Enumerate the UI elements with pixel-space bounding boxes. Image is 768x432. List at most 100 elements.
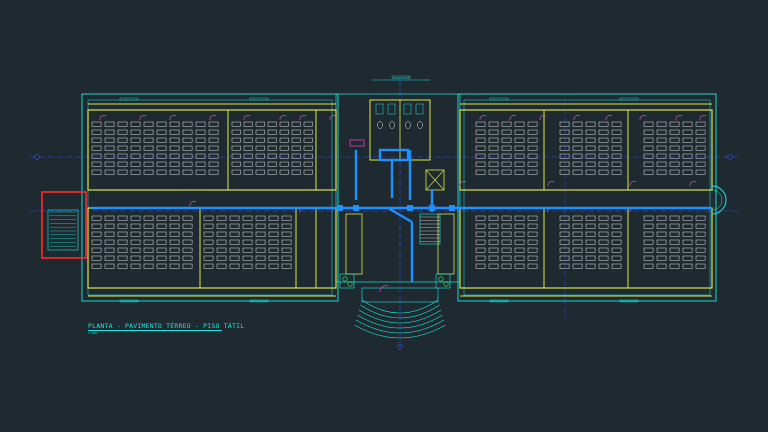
desks-left-s1-desk	[182, 247, 193, 253]
desks-right-n3-desk	[695, 121, 706, 127]
desks-left-n1-desk	[130, 145, 141, 151]
desks-left-s1-desk	[91, 223, 102, 229]
planter-left	[339, 273, 355, 289]
desks-left-n2-desk	[243, 145, 253, 151]
entrance-door	[379, 285, 389, 293]
desks-right-n2-desk	[572, 169, 583, 175]
desks-right-n3-desk	[643, 161, 654, 167]
desks-left-s2-desk	[255, 263, 266, 269]
desks-left-n1-desk	[208, 153, 219, 159]
desks-right-n2-desk	[559, 121, 570, 127]
desks-right-s3-desk	[643, 231, 654, 237]
desks-left-s1-desk	[104, 239, 115, 245]
desks-left-n1-desk	[104, 129, 115, 135]
desks-right-n2-desk	[598, 161, 609, 167]
axis-lines	[30, 80, 740, 350]
desks-right-n3-desk	[669, 137, 680, 143]
desks-right-s2-desk	[559, 223, 570, 229]
desks-left-s2-desk	[203, 255, 214, 261]
desks-left-n1-desk	[156, 137, 167, 143]
desks-right-s1-desk	[488, 231, 499, 237]
desks-left-s2-desk	[255, 231, 266, 237]
desks-right-s2-desk	[585, 239, 596, 245]
sink-counter	[349, 139, 365, 147]
desks-left-s2-desk	[268, 263, 279, 269]
desks-left-n2-desk	[267, 137, 277, 143]
door-swing-15	[699, 115, 707, 121]
desks-left-n1-desk	[208, 169, 219, 175]
desks-right-s3-desk	[682, 239, 693, 245]
desks-left-s2-desk	[242, 223, 253, 229]
desks-right-n1-desk	[527, 129, 538, 135]
desks-right-s1-desk	[514, 255, 525, 261]
entrance-steps	[354, 285, 446, 339]
cad-canvas: PLANTA - PAVIMENTO TÉRREO - PISO TÁTIL 1…	[0, 0, 768, 432]
desks-left-s2-desk	[216, 247, 227, 253]
desks-right-n1-desk	[501, 121, 512, 127]
desks-right-n1-desk	[475, 153, 486, 159]
desks-right-n3-desk	[643, 129, 654, 135]
desks-left-n2-desk	[303, 137, 313, 143]
desks-left-s2-desk	[216, 239, 227, 245]
desks-left-s2-desk	[229, 263, 240, 269]
desks-right-s1-desk	[488, 247, 499, 253]
desks-right-s3-desk	[643, 223, 654, 229]
interior-stair	[419, 213, 441, 245]
desks-left-s1-desk	[169, 215, 180, 221]
desks-right-n3-desk	[656, 129, 667, 135]
desks-left-s2-desk	[216, 223, 227, 229]
desks-left-s1-desk	[130, 247, 141, 253]
desks-left-n1-desk	[156, 169, 167, 175]
tactile-warning-tile-0	[353, 205, 359, 211]
desks-left-n1-desk	[91, 153, 102, 159]
desks-left-n2-desk	[231, 153, 241, 159]
desks-right-n2-desk	[559, 161, 570, 167]
desks-right-s2-desk	[611, 255, 622, 261]
desks-right-n1-desk	[488, 137, 499, 143]
desks-right-n3-desk	[669, 121, 680, 127]
desks-right-s3-desk	[656, 215, 667, 221]
desks-right-n1-desk	[475, 145, 486, 151]
toilet-stall-2	[403, 103, 412, 115]
desks-left-s2-desk	[242, 215, 253, 221]
desks-left-s2-desk	[216, 255, 227, 261]
desks-left-n1-desk	[156, 153, 167, 159]
tactile-warning-tile-4	[337, 205, 343, 211]
desks-right-n3-desk	[656, 121, 667, 127]
desks-right-s3-desk	[656, 231, 667, 237]
desks-right-n3-desk	[656, 169, 667, 175]
desks-right-s1-desk	[514, 231, 525, 237]
desks-left-n1-desk	[130, 169, 141, 175]
desks-left-n1-desk	[143, 129, 154, 135]
desks-right-n1-desk	[514, 153, 525, 159]
desks-right-s3-desk	[643, 263, 654, 269]
desks-left-n2-desk	[279, 145, 289, 151]
planter-right	[435, 273, 451, 289]
desks-right-s2-desk	[559, 215, 570, 221]
desks-left-n1-desk	[143, 137, 154, 143]
desks-left-n1-desk	[156, 129, 167, 135]
title-underline	[88, 330, 222, 331]
desks-left-n1-desk	[143, 161, 154, 167]
desks-right-n2-desk	[572, 161, 583, 167]
desks-left-s1-desk	[182, 215, 193, 221]
desks-left-n1-desk	[104, 169, 115, 175]
desks-right-s2-desk	[585, 223, 596, 229]
desks-left-n1-desk	[117, 169, 128, 175]
desks-right-n2-desk	[585, 145, 596, 151]
desks-left-s1-desk	[143, 255, 154, 261]
desks-right-s1-desk	[475, 263, 486, 269]
toilet-stall-1	[387, 103, 396, 115]
desks-left-n2-desk	[279, 153, 289, 159]
tactile-warning-tile-2	[429, 205, 435, 211]
desks-left-n1-desk	[182, 137, 193, 143]
toilet-3	[417, 121, 423, 129]
desks-right-n2-desk	[585, 169, 596, 175]
desks-right-s2-desk	[572, 263, 583, 269]
desks-right-n2-desk	[611, 129, 622, 135]
desks-left-n1-desk	[169, 169, 180, 175]
desks-left-n2-desk	[267, 145, 277, 151]
desks-left-n1-desk	[195, 161, 206, 167]
desks-right-s1-desk	[527, 215, 538, 221]
tactile-warning-tile-1	[407, 205, 413, 211]
